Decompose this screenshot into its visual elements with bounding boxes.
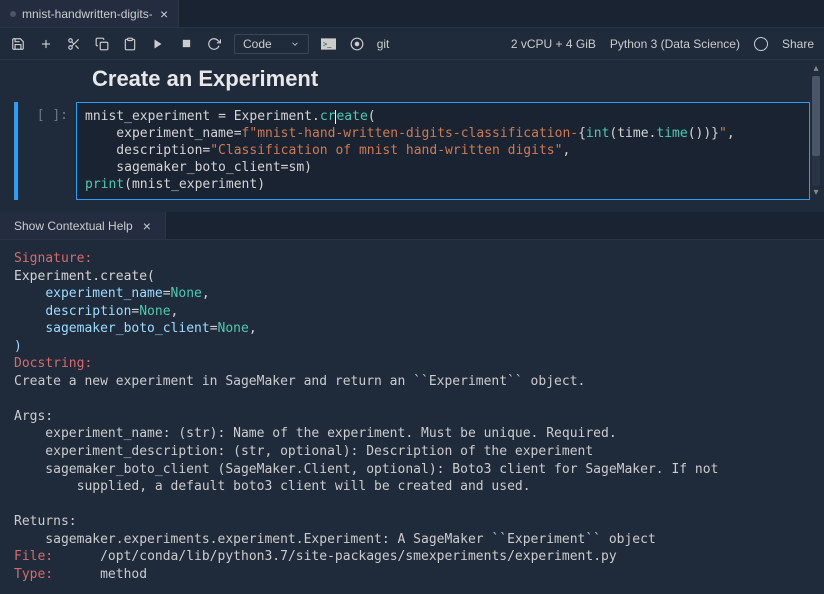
signature-param: description xyxy=(45,304,131,319)
code-token: { xyxy=(578,126,586,141)
code-token: , xyxy=(202,286,210,301)
help-tab[interactable]: Show Contextual Help × xyxy=(0,212,166,239)
code-token: description xyxy=(85,143,202,158)
code-token: = xyxy=(210,321,218,336)
add-cell-icon[interactable] xyxy=(38,36,54,52)
stop-icon[interactable] xyxy=(178,36,194,52)
contextual-help-content[interactable]: Signature: Experiment.create( experiment… xyxy=(0,240,824,594)
copy-icon[interactable] xyxy=(94,36,110,52)
svg-text:>_: >_ xyxy=(323,39,332,48)
cut-icon[interactable] xyxy=(66,36,82,52)
code-cell-row: [ ]: mnist_experiment = Experiment.creat… xyxy=(0,102,824,210)
code-token: "Classification of mnist hand-written di… xyxy=(210,143,562,158)
code-token: time xyxy=(617,126,648,141)
kernel-label[interactable]: Python 3 (Data Science) xyxy=(610,37,740,51)
file-tab-bar: mnist-handwritten-digits-clas × xyxy=(0,0,824,28)
code-token: Experiment xyxy=(226,109,312,124)
code-token: experiment_name xyxy=(85,126,234,141)
signature-param: sagemaker_boto_client xyxy=(45,321,209,336)
terminal-icon[interactable]: >_ xyxy=(321,36,337,52)
close-icon[interactable]: × xyxy=(160,6,168,22)
share-button[interactable]: Share xyxy=(782,37,814,51)
code-token: = xyxy=(218,109,226,124)
scroll-up-icon[interactable]: ▴ xyxy=(810,64,822,74)
git-button[interactable]: git xyxy=(377,37,390,51)
paste-icon[interactable] xyxy=(122,36,138,52)
scroll-thumb[interactable] xyxy=(812,76,820,156)
code-token: time xyxy=(656,126,687,141)
scroll-down-icon[interactable]: ▾ xyxy=(810,188,822,198)
code-token: = xyxy=(234,126,242,141)
code-token: f"mnist-hand-written-digits-classificati… xyxy=(242,126,579,141)
code-token: sm xyxy=(289,160,305,175)
docstring-label: Docstring: xyxy=(14,356,92,371)
resources-label[interactable]: 2 vCPU + 4 GiB xyxy=(511,37,596,51)
code-token: = xyxy=(281,160,289,175)
chevron-down-icon xyxy=(290,39,300,49)
signature-close: ) xyxy=(14,339,22,354)
code-token: sagemaker_boto_client xyxy=(85,160,281,175)
code-editor[interactable]: mnist_experiment = Experiment.create( ex… xyxy=(76,102,810,200)
file-value: /opt/conda/lib/python3.7/site-packages/s… xyxy=(100,549,617,564)
code-token: , xyxy=(727,126,735,141)
signature-param: experiment_name xyxy=(45,286,162,301)
code-token: ) xyxy=(257,177,265,192)
code-token: , xyxy=(249,321,257,336)
code-token: int xyxy=(586,126,609,141)
file-tab[interactable]: mnist-handwritten-digits-clas × xyxy=(0,0,179,27)
scroll-track[interactable] xyxy=(812,76,820,186)
code-token: = xyxy=(163,286,171,301)
notebook-scrollbar[interactable]: ▴ ▾ xyxy=(810,64,822,204)
code-token: eate xyxy=(336,109,367,124)
help-tab-label: Show Contextual Help xyxy=(14,219,133,233)
code-token: mnist_experiment xyxy=(85,109,218,124)
code-token: , xyxy=(171,304,179,319)
markdown-heading: Create an Experiment xyxy=(0,60,824,102)
code-token: , xyxy=(562,143,570,158)
signature-default: None xyxy=(218,321,249,336)
notebook-toolbar: Code >_ git 2 vCPU + 4 GiB Python 3 (Dat… xyxy=(0,28,824,60)
type-label: Type: xyxy=(14,567,53,582)
instance-icon[interactable] xyxy=(349,36,365,52)
code-token: ())} xyxy=(688,126,719,141)
code-token: mnist_experiment xyxy=(132,177,257,192)
code-token: ) xyxy=(304,160,312,175)
notebook-area: Create an Experiment [ ]: mnist_experime… xyxy=(0,60,824,212)
signature-label: Signature: xyxy=(14,251,92,266)
signature-default: None xyxy=(139,304,170,319)
restart-icon[interactable] xyxy=(206,36,222,52)
help-tab-bar: Show Contextual Help × xyxy=(0,212,824,240)
file-label: File: xyxy=(14,549,53,564)
code-token: cr xyxy=(320,109,336,124)
close-icon[interactable]: × xyxy=(143,218,151,234)
code-token: print xyxy=(85,177,124,192)
run-icon[interactable] xyxy=(150,36,166,52)
cell-active-marker xyxy=(14,102,18,200)
signature-call: Experiment.create( xyxy=(14,269,155,284)
code-token: ( xyxy=(368,109,376,124)
file-dirty-dot-icon xyxy=(10,11,16,17)
file-tab-label: mnist-handwritten-digits-clas xyxy=(22,7,152,21)
code-token: ( xyxy=(124,177,132,192)
cell-type-dropdown[interactable]: Code xyxy=(234,34,309,54)
docstring-body: Create a new experiment in SageMaker and… xyxy=(14,374,718,547)
save-icon[interactable] xyxy=(10,36,26,52)
cell-type-label: Code xyxy=(243,37,272,51)
cell-prompt: [ ]: xyxy=(26,102,76,200)
type-value: method xyxy=(100,567,147,582)
code-token: " xyxy=(719,126,727,141)
code-token: . xyxy=(312,109,320,124)
kernel-status-icon[interactable] xyxy=(754,37,768,51)
signature-default: None xyxy=(171,286,202,301)
